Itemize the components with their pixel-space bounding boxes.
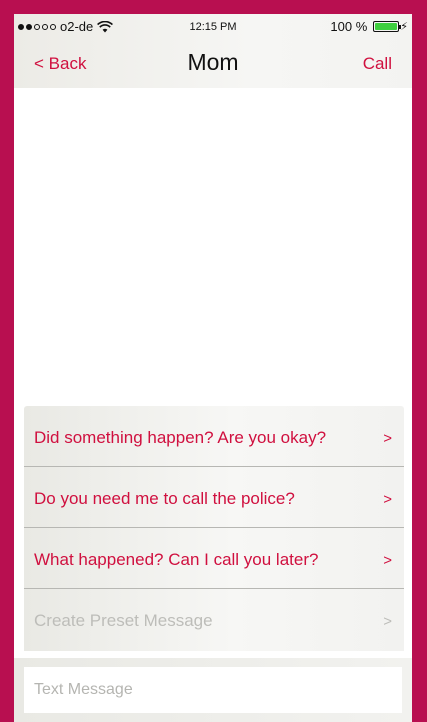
preset-message-row[interactable]: Do you need me to call the police? > [24, 467, 404, 528]
preset-message-label: Did something happen? Are you okay? [34, 428, 327, 447]
battery-icon [373, 21, 402, 32]
call-button[interactable]: Call [363, 54, 392, 74]
chevron-right-icon: > [383, 552, 392, 569]
phone-screen: o2-de 12:15 PM 100 % ⚡︎ < Back Mom Call … [14, 14, 412, 722]
chevron-right-icon: > [383, 430, 392, 447]
preset-message-label: Do you need me to call the police? [34, 489, 295, 508]
charging-bolt-icon: ⚡︎ [400, 21, 408, 33]
status-bar: o2-de 12:15 PM 100 % ⚡︎ [14, 14, 412, 40]
battery-percentage: 100 % [330, 19, 368, 34]
chevron-right-icon: > [383, 491, 392, 508]
preset-message-list: Did something happen? Are you okay? > Do… [24, 406, 404, 651]
preset-message-label: What happened? Can I call you later? [34, 550, 319, 569]
preset-message-row[interactable]: What happened? Can I call you later? > [24, 528, 404, 589]
navigation-bar: < Back Mom Call [14, 40, 412, 88]
status-right: 100 % ⚡︎ [330, 19, 408, 34]
chevron-right-icon: > [383, 613, 392, 630]
battery-fill [375, 23, 398, 30]
text-message-input[interactable] [24, 667, 402, 713]
message-composer [14, 658, 412, 722]
page-title: Mom [187, 49, 239, 75]
create-preset-message-button[interactable]: Create Preset Message > [24, 589, 404, 651]
preset-message-row[interactable]: Did something happen? Are you okay? > [24, 406, 404, 467]
create-preset-label: Create Preset Message [34, 611, 213, 630]
